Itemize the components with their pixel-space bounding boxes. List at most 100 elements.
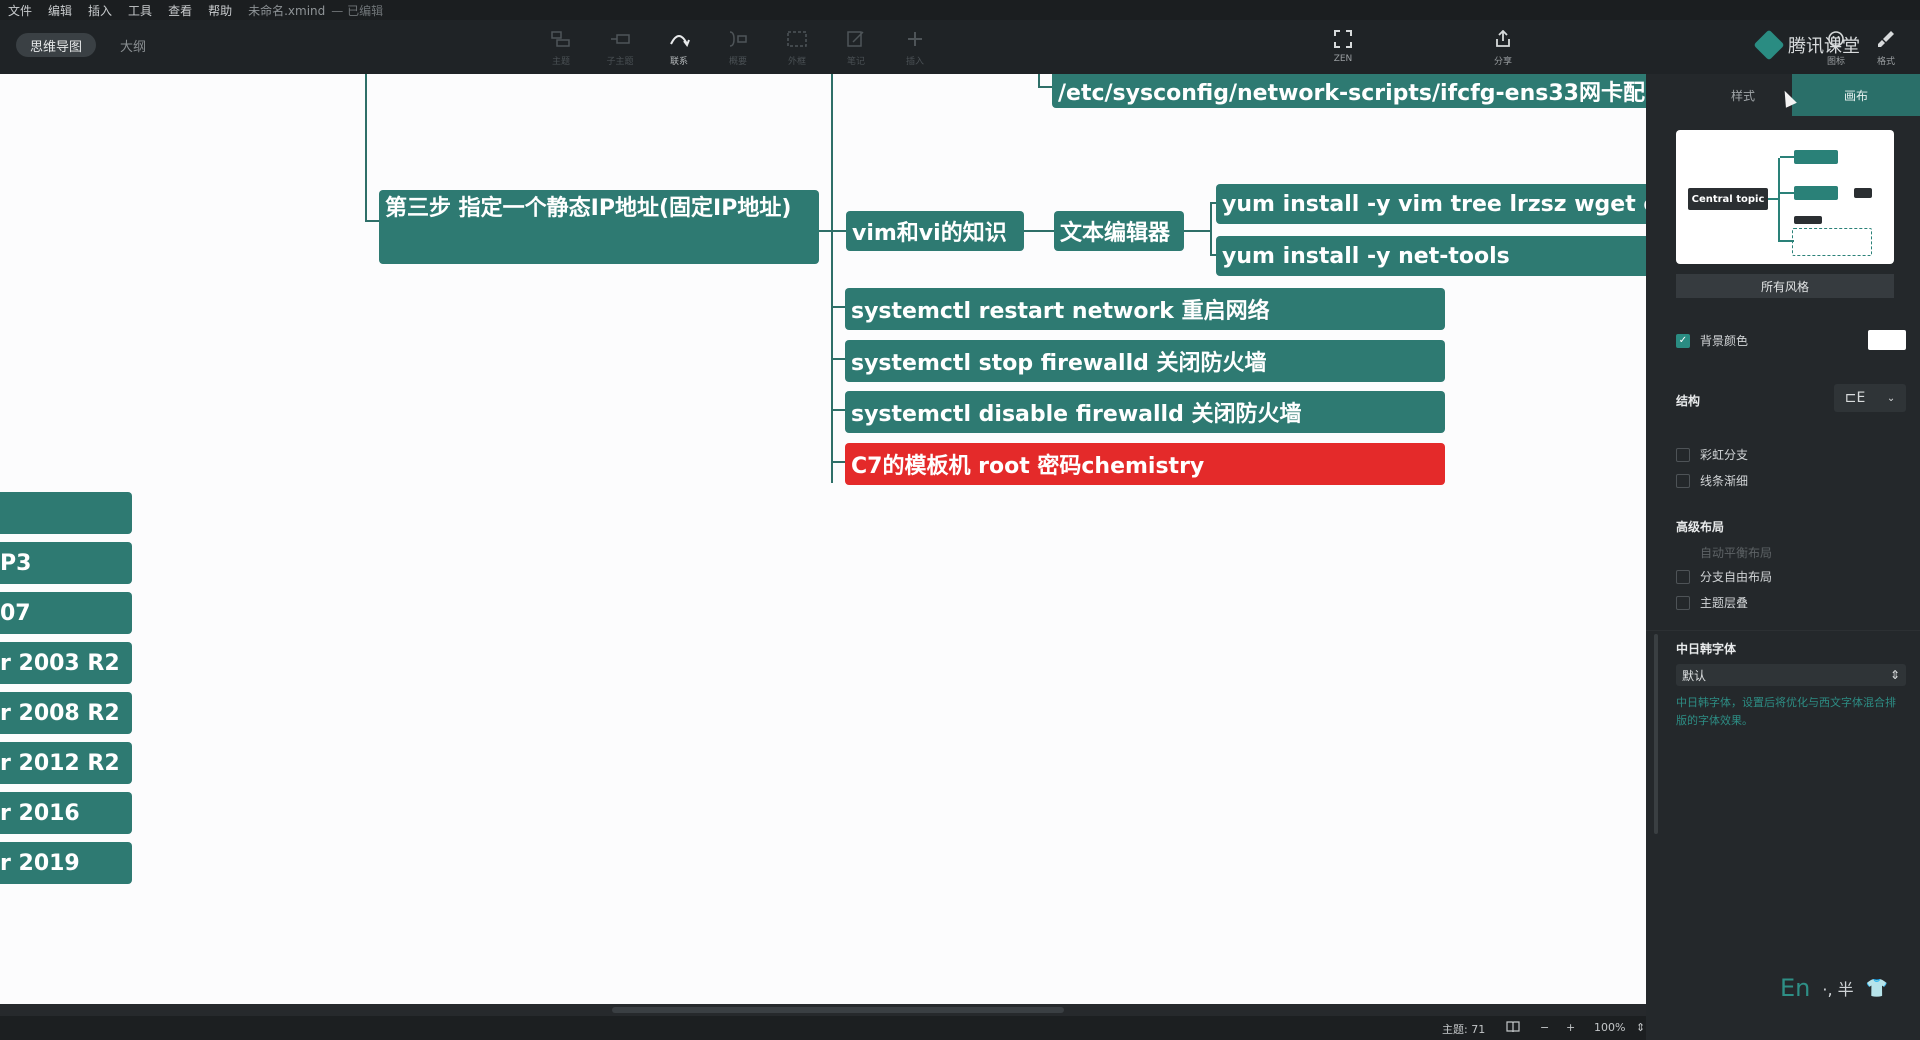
structure-select[interactable]: ⊏E ⌄	[1834, 384, 1906, 412]
summary-icon	[726, 27, 750, 51]
preview-central-topic: Central topic	[1688, 188, 1768, 210]
bg-color-row[interactable]: ✓ 背景颜色	[1676, 332, 1748, 349]
overlap-checkbox[interactable]	[1676, 595, 1690, 610]
toolbar: 思维导图 大纲 主题 子主题 联系 概要 外框 笔记 插入 ZEN 分享 图标 …	[0, 20, 1920, 74]
subtopic-tool-button[interactable]: 子主题	[592, 24, 648, 70]
statusbar: 主题: 71 − + 100% ⇕	[0, 1016, 1646, 1040]
auto-balance-label: 自动平衡布局	[1700, 546, 1773, 560]
boundary-tool-button[interactable]: 外框	[769, 24, 825, 70]
topic-left-7[interactable]: r 2016	[0, 792, 132, 834]
relationship-tool-label: 联系	[669, 57, 688, 67]
format-panel-button[interactable]: 格式	[1858, 24, 1914, 70]
topic-template-root[interactable]: C7的模板机 root 密码chemistry	[845, 443, 1445, 485]
relationship-tool-button[interactable]: 联系	[651, 24, 707, 70]
connector	[831, 306, 845, 308]
brand-text: 腾讯课堂	[1788, 36, 1860, 57]
connector	[831, 74, 833, 483]
fullscreen-icon	[1331, 27, 1355, 51]
all-styles-button[interactable]: 所有风格	[1676, 274, 1894, 298]
chevron-down-icon: ⌄	[1886, 392, 1896, 404]
auto-balance-row: 自动平衡布局	[1676, 544, 1772, 561]
topic-step3[interactable]: 第三步 指定一个静态IP地址(固定IP地址)	[379, 190, 819, 264]
topic-yum-vim[interactable]: yum install -y vim tree lrzsz wget c	[1216, 184, 1646, 224]
topic-yum-net-tools[interactable]: yum install -y net-tools	[1216, 236, 1646, 276]
cjk-font-note: 中日韩字体，设置后将优化与西文字体混合排版的字体效果。	[1676, 696, 1896, 727]
ime-halfwidth-icon[interactable]: ·, 半	[1822, 976, 1853, 1000]
summary-tool-label: 概要	[728, 57, 747, 67]
ime-english-label[interactable]: En	[1780, 974, 1810, 1002]
connector	[831, 409, 845, 411]
zoom-level[interactable]: 100%	[1594, 1021, 1625, 1034]
menu-file[interactable]: 文件	[0, 2, 40, 19]
taper-checkbox[interactable]	[1676, 473, 1690, 488]
topic-vim[interactable]: vim和vi的知识	[846, 211, 1024, 251]
topic-restart-network[interactable]: systemctl restart network 重启网络	[845, 288, 1445, 330]
topic-left-4[interactable]: r 2003 R2	[0, 642, 132, 684]
topic-left-6[interactable]: r 2012 R2	[0, 742, 132, 784]
free-layout-checkbox[interactable]	[1676, 569, 1690, 584]
structure-heading: 结构	[1676, 394, 1701, 408]
tencent-classroom-logo	[1753, 29, 1785, 61]
menu-view[interactable]: 查看	[160, 2, 200, 19]
connector	[1184, 230, 1210, 232]
topic-icon	[549, 27, 573, 51]
cjk-font-heading: 中日韩字体	[1676, 642, 1737, 656]
topic-stop-firewalld[interactable]: systemctl stop firewalld 关闭防火墙	[845, 340, 1445, 382]
summary-tool-button[interactable]: 概要	[710, 24, 766, 70]
menu-tools[interactable]: 工具	[120, 2, 160, 19]
theme-preview[interactable]: Central topic	[1676, 130, 1894, 264]
topic-tool-button[interactable]: 主题	[533, 24, 589, 70]
zen-label: ZEN	[1333, 54, 1353, 64]
menu-help[interactable]: 帮助	[200, 2, 240, 19]
scrollbar-thumb[interactable]	[612, 1007, 1064, 1013]
rainbow-checkbox[interactable]	[1676, 447, 1690, 462]
bg-color-swatch[interactable]	[1868, 330, 1906, 350]
topic-left-1[interactable]	[0, 492, 132, 534]
subtopic-tool-label: 子主题	[606, 57, 634, 67]
topic-left-2[interactable]: P3	[0, 542, 132, 584]
mindmap-canvas[interactable]: /etc/sysconfig/network-scripts/ifcfg-ens…	[0, 74, 1646, 1004]
bg-color-checkbox[interactable]: ✓	[1676, 333, 1690, 348]
panel-scrollbar[interactable]	[1654, 634, 1658, 834]
boundary-icon	[785, 27, 809, 51]
book-icon[interactable]	[1506, 1021, 1520, 1036]
advanced-layout-heading: 高级布局	[1676, 520, 1725, 534]
topic-left-8[interactable]: r 2019	[0, 842, 132, 884]
zoom-in-button[interactable]: +	[1566, 1021, 1575, 1034]
topic-disable-firewalld[interactable]: systemctl disable firewalld 关闭防火墙	[845, 391, 1445, 433]
zoom-stepper-icon[interactable]: ⇕	[1636, 1021, 1645, 1034]
note-icon	[844, 27, 868, 51]
menu-edit[interactable]: 编辑	[40, 2, 80, 19]
topic-ifcfg[interactable]: /etc/sysconfig/network-scripts/ifcfg-ens…	[1052, 74, 1646, 108]
topic-left-5[interactable]: r 2008 R2	[0, 692, 132, 734]
structure-logic-icon: ⊏E	[1844, 390, 1866, 406]
tencent-classroom-watermark: 腾讯课堂	[1753, 29, 1860, 61]
overlap-row[interactable]: 主题层叠	[1676, 594, 1748, 611]
connector	[1024, 230, 1054, 232]
zoom-out-button[interactable]: −	[1540, 1021, 1549, 1034]
insert-tool-button[interactable]: 插入	[887, 24, 943, 70]
menubar: 文件 编辑 插入 工具 查看 帮助 未命名.xmind — 已编辑	[0, 0, 1920, 20]
preview-line	[1778, 158, 1780, 242]
zen-button[interactable]: ZEN	[1315, 24, 1371, 70]
topic-left-3[interactable]: 07	[0, 592, 132, 634]
rainbow-row[interactable]: 彩虹分支	[1676, 446, 1748, 463]
select-arrows-icon: ⇕	[1889, 668, 1900, 682]
connector	[818, 230, 846, 232]
cjk-font-value: 默认	[1682, 668, 1707, 683]
relationship-icon	[667, 27, 691, 51]
shirt-icon[interactable]: 👕	[1866, 978, 1888, 999]
menu-insert[interactable]: 插入	[80, 2, 120, 19]
tab-canvas[interactable]: 画布	[1792, 74, 1920, 116]
taper-row[interactable]: 线条渐细	[1676, 472, 1748, 489]
horizontal-scrollbar[interactable]	[0, 1004, 1646, 1016]
free-layout-label: 分支自由布局	[1700, 570, 1773, 584]
mode-outline-button[interactable]: 大纲	[108, 33, 158, 57]
cjk-font-select[interactable]: 默认 ⇕	[1676, 664, 1906, 686]
preview-line	[1768, 198, 1778, 200]
free-layout-row[interactable]: 分支自由布局	[1676, 568, 1772, 585]
note-tool-button[interactable]: 笔记	[828, 24, 884, 70]
topic-editor[interactable]: 文本编辑器	[1054, 211, 1184, 251]
mode-mindmap-button[interactable]: 思维导图	[16, 33, 96, 57]
share-button[interactable]: 分享	[1475, 24, 1531, 70]
